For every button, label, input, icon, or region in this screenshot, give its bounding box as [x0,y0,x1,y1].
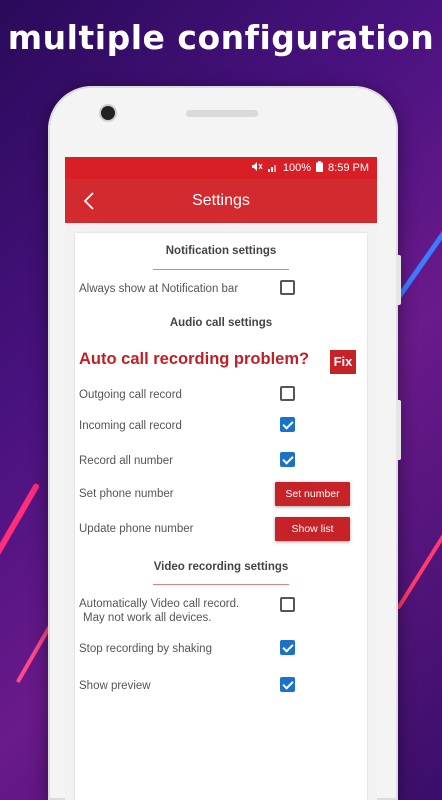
show-preview-checkbox[interactable] [280,677,295,692]
battery-percent: 100% [282,162,312,174]
outgoing-call-checkbox[interactable] [280,386,295,401]
battery-icon [316,161,324,175]
page-title: Settings [192,192,250,209]
volume-button [396,255,401,305]
record-all-checkbox[interactable] [280,452,295,467]
speaker-grille [186,110,258,117]
auto-video-label-line1: Automatically Video call record. [79,598,240,610]
mute-icon [251,161,263,175]
signal-icon [267,162,278,175]
camera-icon [101,106,115,120]
stop-shaking-label: Stop recording by shaking [79,643,212,655]
back-button[interactable] [75,187,103,215]
fix-button[interactable]: Fix [330,350,356,374]
chevron-left-icon [83,192,94,210]
app-bar: Settings [65,179,377,223]
record-all-label: Record all number [79,455,173,467]
stop-shaking-checkbox[interactable] [280,640,295,655]
incoming-call-label: Incoming call record [79,420,182,432]
background-streak [0,482,41,564]
status-bar: 100% 8:59 PM [65,157,377,179]
always-show-checkbox[interactable] [280,280,295,295]
settings-card: Notification settings Always show at Not… [75,233,367,800]
show-preview-label: Show preview [79,680,151,692]
divider [153,584,289,585]
update-phone-label: Update phone number [79,523,194,535]
settings-content: Notification settings Always show at Not… [65,223,377,800]
divider [153,269,289,270]
headline: multiple configuration [7,18,435,57]
set-number-button[interactable]: Set number [275,482,350,506]
clock: 8:59 PM [328,162,369,174]
incoming-call-checkbox[interactable] [280,417,295,432]
video-recording-settings-title: Video recording settings [153,561,289,573]
auto-video-label-line2: May not work all devices. [83,612,212,624]
audio-call-settings-title: Audio call settings [169,317,273,329]
set-phone-label: Set phone number [79,488,174,500]
background-streak [396,514,442,610]
auto-video-checkbox[interactable] [280,597,295,612]
auto-video-label: Automatically Video call record. May not… [79,597,239,625]
always-show-label: Always show at Notification bar [79,283,239,295]
phone-screen: 100% 8:59 PM Settings Notification setti… [65,157,377,800]
auto-call-problem-text: Auto call recording problem? [79,350,310,368]
power-button [396,400,401,460]
notification-settings-title: Notification settings [165,245,277,257]
outgoing-call-label: Outgoing call record [79,389,182,401]
show-list-button[interactable]: Show list [275,517,350,541]
